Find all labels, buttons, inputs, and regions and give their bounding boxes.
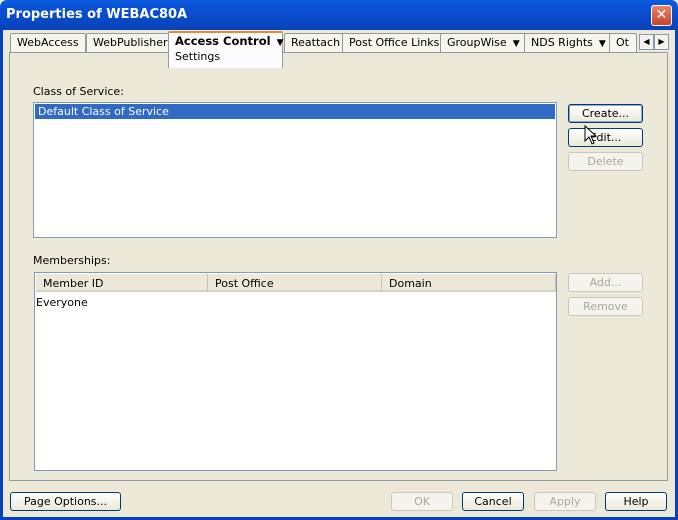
tab-label: Reattach	[291, 36, 341, 49]
list-item[interactable]: Default Class of Service	[35, 104, 555, 119]
tab-webpublisher[interactable]: WebPublisher	[86, 33, 175, 52]
delete-button[interactable]: Delete	[568, 152, 643, 171]
chevron-down-icon[interactable]: ▼	[277, 38, 284, 48]
tab-label: WebAccess	[17, 36, 79, 49]
apply-button[interactable]: Apply	[534, 492, 596, 511]
tab-other[interactable]: Ot	[609, 33, 637, 52]
tab-label: Post Office Links	[349, 36, 440, 49]
memberships-list[interactable]: Member ID Post Office Domain Everyone	[34, 272, 557, 471]
tab-label: Access Control	[175, 34, 271, 48]
create-button[interactable]: Create...	[568, 104, 643, 123]
table-row[interactable]: Everyone	[36, 296, 88, 309]
help-button[interactable]: Help	[605, 492, 667, 511]
column-header-member-id[interactable]: Member ID	[36, 274, 208, 292]
mouse-pointer-icon	[584, 125, 598, 145]
tab-reattach[interactable]: Reattach	[284, 33, 348, 52]
cancel-button[interactable]: Cancel	[462, 492, 524, 511]
class-of-service-list[interactable]: Default Class of Service	[33, 102, 557, 238]
window-title: Properties of WEBAC80A	[6, 7, 188, 22]
memberships-label: Memberships:	[33, 254, 111, 267]
title-bar: Properties of WEBAC80A ✕	[0, 0, 678, 30]
column-header-domain[interactable]: Domain	[382, 274, 556, 292]
tab-post-office-links[interactable]: Post Office Links	[342, 33, 447, 52]
tab-sub-label: Settings	[175, 50, 221, 63]
add-button[interactable]: Add...	[568, 273, 643, 292]
tab-scroll-right-icon[interactable]: ▶	[654, 34, 669, 50]
class-of-service-label: Class of Service:	[33, 85, 124, 98]
chevron-down-icon[interactable]: ▼	[513, 39, 520, 49]
tab-access-control[interactable]: Access Control ▼ Settings	[168, 31, 284, 68]
remove-button[interactable]: Remove	[568, 297, 643, 316]
column-header-post-office[interactable]: Post Office	[208, 274, 382, 292]
tab-webaccess[interactable]: WebAccess	[10, 33, 86, 52]
tab-scroll-left-icon[interactable]: ◀	[639, 34, 654, 50]
tab-label: NDS Rights	[531, 36, 593, 49]
tab-label: GroupWise	[447, 36, 507, 49]
edit-button[interactable]: Edit...	[568, 128, 643, 147]
chevron-down-icon[interactable]: ▼	[599, 39, 606, 49]
tab-nds-rights[interactable]: NDS Rights ▼	[524, 33, 613, 52]
ok-button[interactable]: OK	[391, 492, 453, 511]
page-options-button[interactable]: Page Options...	[10, 492, 121, 511]
tab-label: WebPublisher	[93, 36, 168, 49]
tab-label: Ot	[616, 36, 629, 49]
tab-groupwise[interactable]: GroupWise ▼	[440, 33, 527, 52]
close-button[interactable]: ✕	[651, 5, 672, 26]
